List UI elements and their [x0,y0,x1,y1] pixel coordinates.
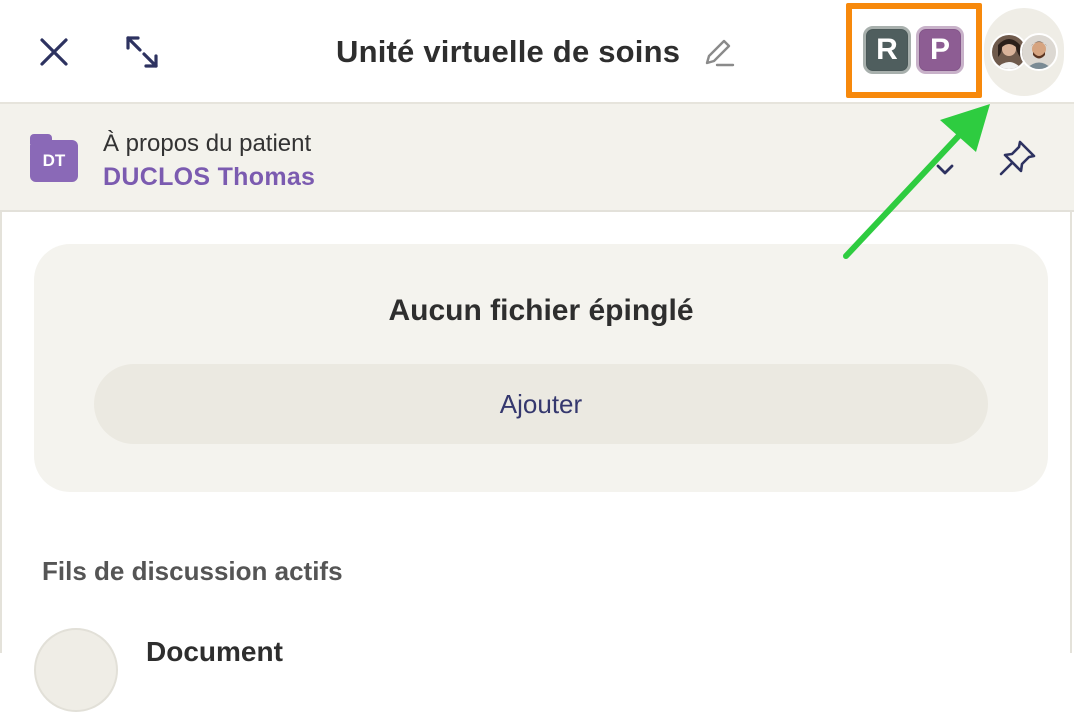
expand-patient-button[interactable] [930,140,960,180]
thread-item-title[interactable]: Document [146,636,283,668]
title-group: Unité virtuelle de soins [336,26,738,78]
thread-icon [34,628,118,712]
expand-icon [126,36,158,68]
header-bar: Unité virtuelle de soins R P [0,0,1074,104]
patient-folder-icon: DT [30,134,78,182]
close-icon [40,38,68,66]
add-pinned-label: Ajouter [499,388,583,419]
members-button[interactable] [984,8,1064,96]
pencil-icon [705,39,735,67]
patient-label: À propos du patient [103,130,312,157]
threads-section-title: Fils de discussion actifs [42,556,343,586]
pin-button[interactable] [994,136,1040,182]
highlight-box [846,3,982,98]
page-title: Unité virtuelle de soins [336,34,681,69]
expand-button[interactable] [116,30,168,76]
avatar [1020,33,1058,71]
patient-name[interactable]: DUCLOS Thomas [103,163,315,192]
patient-initials: DT [42,151,66,170]
pinned-empty-title: Aucun fichier épinglé [388,294,694,327]
patient-bar[interactable] [0,104,1074,212]
pin-icon [999,140,1036,176]
chevron-up-down-icon [936,164,954,175]
add-pinned-button[interactable]: Ajouter [94,364,988,444]
edit-title-button[interactable] [698,32,738,72]
close-button[interactable] [30,30,78,74]
